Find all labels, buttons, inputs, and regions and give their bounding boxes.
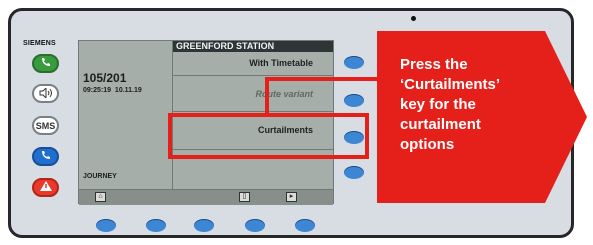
callout-connector — [265, 77, 269, 115]
screen-footer-bar: ⌂ ▯ ▸ — [79, 189, 333, 205]
callout-connector — [265, 77, 380, 81]
brand-label: SIEMENS — [23, 40, 56, 47]
sms-button[interactable]: SMS — [32, 116, 59, 135]
softkey-bottom-5[interactable] — [295, 219, 315, 232]
call-button[interactable] — [32, 54, 59, 73]
speaker-button[interactable] — [32, 84, 59, 103]
softkey-bottom-4[interactable] — [245, 219, 265, 232]
callout-text: Press the ‘Curtailments’ key for the cur… — [400, 56, 501, 153]
phone-small-icon[interactable]: ▯ — [239, 192, 250, 202]
station-title: GREENFORD STATION — [173, 41, 333, 52]
page-icon[interactable]: ▸ — [286, 192, 297, 202]
softkey-bottom-1[interactable] — [96, 219, 116, 232]
menu-divider — [173, 111, 333, 112]
phone-icon — [40, 148, 52, 166]
station-icon[interactable]: ⌂ — [95, 192, 106, 202]
indicator-dot — [411, 16, 416, 21]
sms-icon: SMS — [35, 120, 56, 131]
softkey-bottom-2[interactable] — [146, 219, 166, 232]
softkey-route-variant[interactable] — [344, 94, 364, 107]
blue-call-button[interactable] — [32, 147, 59, 166]
timestamp: 09:25:19 10.11.19 — [83, 87, 142, 94]
softkey-4[interactable] — [344, 166, 364, 179]
speaker-icon — [39, 85, 53, 103]
journey-label: JOURNEY — [83, 173, 117, 180]
alarm-triangle-icon — [39, 179, 53, 197]
train-number: 105/201 — [83, 71, 127, 85]
date-value: 10.11.19 — [114, 87, 142, 94]
time-value: 09:25:19 — [83, 87, 112, 94]
phone-icon — [40, 55, 52, 73]
menu-item-with-timetable: With Timetable — [249, 58, 313, 68]
softkey-bottom-3[interactable] — [194, 219, 214, 232]
menu-divider — [173, 75, 333, 76]
softkey-with-timetable[interactable] — [344, 56, 364, 69]
curtailments-highlight — [168, 113, 369, 159]
emergency-button[interactable] — [32, 178, 59, 197]
